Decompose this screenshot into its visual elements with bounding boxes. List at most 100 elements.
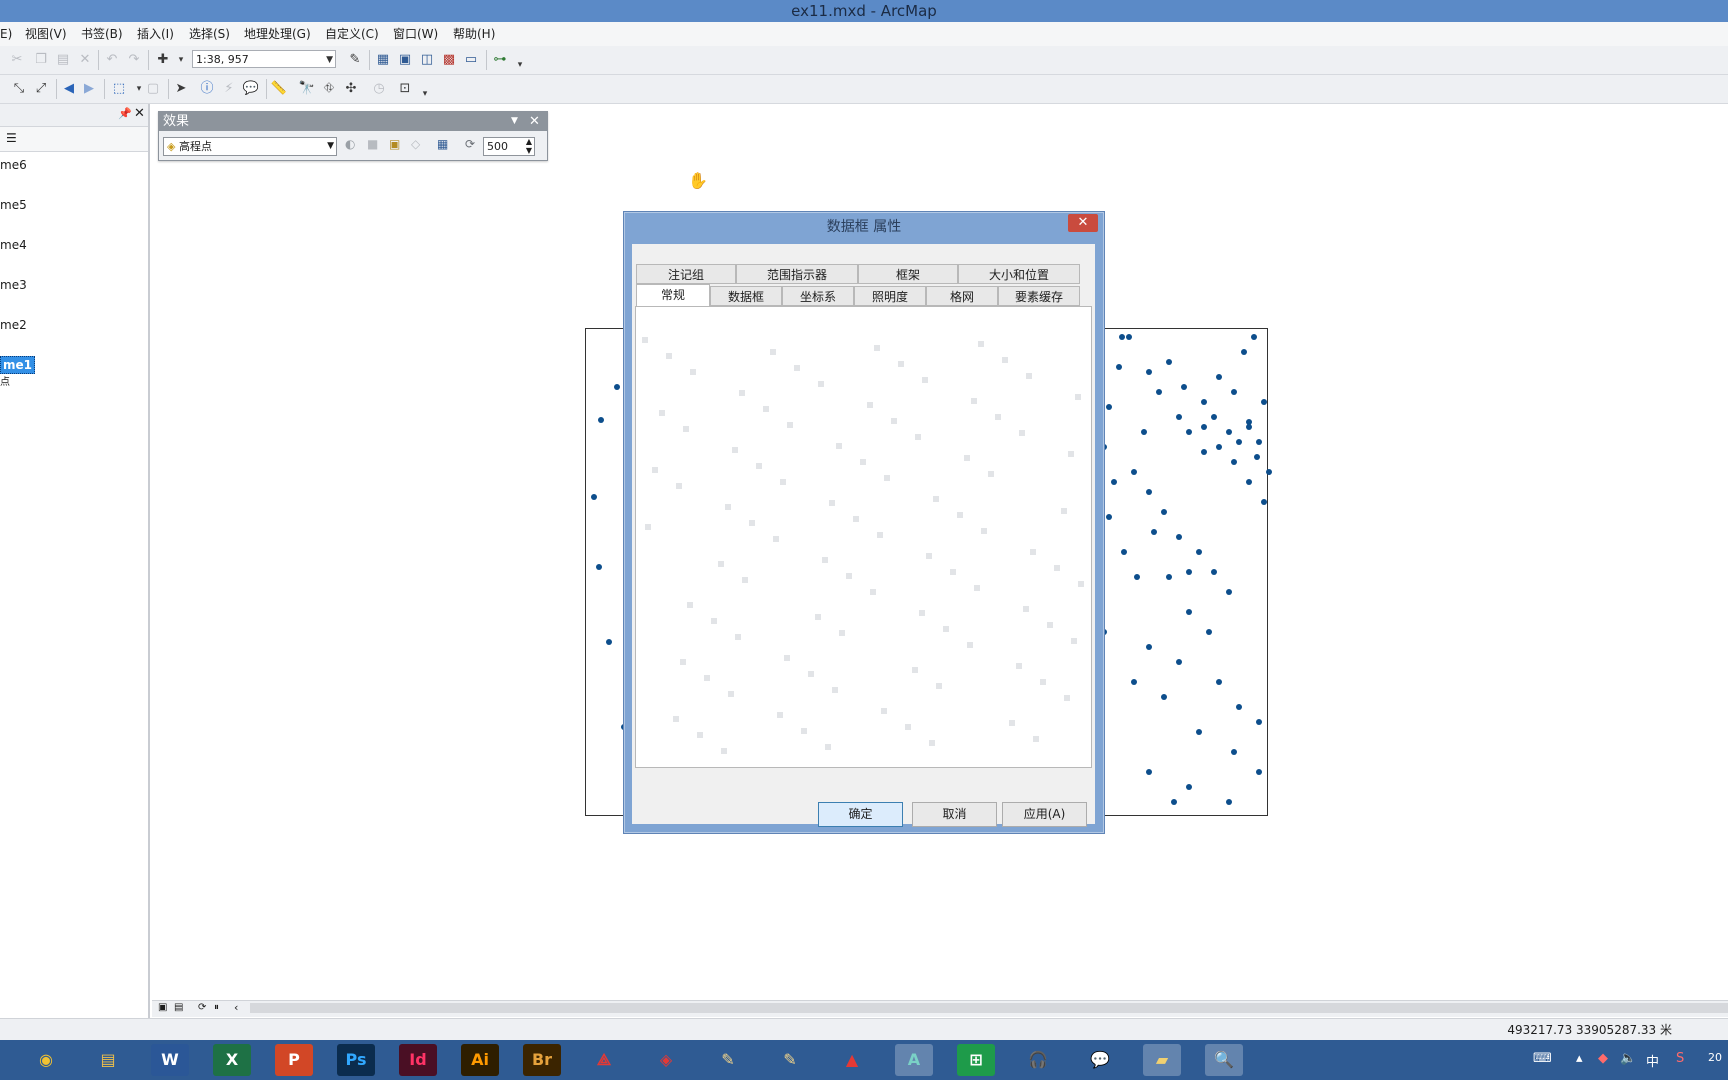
tab-annotation-groups[interactable]: 注记组 <box>636 264 736 284</box>
toc-item-frame4[interactable]: me4 <box>0 237 27 253</box>
hyperlink-icon[interactable]: ⚡ <box>220 80 238 98</box>
menu-file[interactable]: E) <box>0 25 12 43</box>
transparency-icon[interactable]: ▣ <box>389 137 400 151</box>
toc-item-frame6[interactable]: me6 <box>0 157 27 173</box>
sogou-icon[interactable]: S <box>1676 1051 1684 1066</box>
tray-expand-icon[interactable]: ▴ <box>1576 1051 1583 1066</box>
menu-customize[interactable]: 自定义(C) <box>325 25 379 43</box>
find-route-icon[interactable]: ⛗ <box>320 80 338 98</box>
data-view-icon[interactable]: ▣ <box>158 1002 167 1013</box>
clock[interactable]: 20 <box>1708 1051 1722 1064</box>
pen-tool-icon[interactable]: ✎ <box>709 1044 747 1076</box>
layout-view-icon[interactable]: ▤ <box>174 1002 183 1013</box>
cad-viewer-icon[interactable]: ◈ <box>647 1044 685 1076</box>
search-window-icon[interactable]: ◫ <box>418 51 436 69</box>
keyboard-icon[interactable]: ⌨ <box>1533 1051 1552 1066</box>
select-elements-icon[interactable]: ➤ <box>172 80 190 98</box>
powerpoint-icon[interactable]: P <box>275 1044 313 1076</box>
search-app-icon[interactable]: 🔍 <box>1205 1044 1243 1076</box>
input-method[interactable]: 中 <box>1646 1051 1659 1070</box>
chevron-down-icon[interactable]: ▼ <box>326 51 333 69</box>
add-data-icon[interactable]: ✚ <box>154 51 172 69</box>
clear-selection-icon[interactable]: ▢ <box>144 80 162 98</box>
antivirus-icon[interactable]: ◆ <box>1598 1051 1608 1066</box>
go-to-xy-icon[interactable]: ✣ <box>342 80 360 98</box>
photoshop-icon[interactable]: Ps <box>337 1044 375 1076</box>
fixed-zoom-in-icon[interactable]: ⤡ <box>10 80 28 98</box>
html-popup-icon[interactable]: 💬 <box>242 80 260 98</box>
scroll-left-icon[interactable]: ‹ <box>234 1001 238 1014</box>
pause-icon[interactable]: ⏸ <box>214 1002 219 1013</box>
undo-icon[interactable]: ↶ <box>103 51 121 69</box>
fixed-zoom-out-icon[interactable]: ⤢ <box>32 80 50 98</box>
ok-button[interactable]: 确定 <box>818 802 903 827</box>
brightness-icon[interactable]: ■ <box>367 137 378 151</box>
spinner-icon[interactable]: ▲ ▼ <box>526 137 532 155</box>
catalog-icon[interactable]: ▣ <box>396 51 414 69</box>
tab-extent-indicators[interactable]: 范围指示器 <box>736 264 858 284</box>
toolbar2-options-icon[interactable]: ▾ <box>416 85 434 103</box>
select-features-icon[interactable]: ⬚ <box>110 80 128 98</box>
illustrator-icon[interactable]: Ai <box>461 1044 499 1076</box>
chrome-icon[interactable]: ◉ <box>27 1044 65 1076</box>
toc-item-frame2[interactable]: me2 <box>0 317 27 333</box>
volume-icon[interactable]: 🔈 <box>1620 1051 1636 1066</box>
python-window-icon[interactable]: ▭ <box>462 51 480 69</box>
identify-icon[interactable]: ⓘ <box>198 80 216 98</box>
pin-icon[interactable]: 📌 <box>118 107 132 120</box>
copy-icon[interactable]: ❐ <box>32 51 50 69</box>
toc-item-frame3[interactable]: me3 <box>0 277 27 293</box>
paste-icon[interactable]: ▤ <box>54 51 72 69</box>
menu-geoprocessing[interactable]: 地理处理(G) <box>244 25 311 43</box>
green-app-icon[interactable]: ⊞ <box>957 1044 995 1076</box>
menu-bookmarks[interactable]: 书签(B) <box>81 25 123 43</box>
find-icon[interactable]: 🔭 <box>298 80 316 98</box>
arcgis-icon[interactable]: A <box>895 1044 933 1076</box>
flicker-rate-input[interactable]: 500 ▲ ▼ <box>483 137 535 156</box>
acrobat-icon[interactable]: ⟁ <box>585 1044 623 1076</box>
menu-selection[interactable]: 选择(S) <box>189 25 230 43</box>
folder-icon[interactable]: ▰ <box>1143 1044 1181 1076</box>
measure-icon[interactable]: 📏 <box>270 80 288 98</box>
model-builder-icon[interactable]: ⊶ <box>491 51 509 69</box>
menu-windows[interactable]: 窗口(W) <box>393 25 438 43</box>
refresh-icon[interactable]: ⟳ <box>198 1002 206 1013</box>
word-icon[interactable]: W <box>151 1044 189 1076</box>
contrast-icon[interactable]: ◐ <box>345 137 355 151</box>
chevron-down-icon[interactable]: ▼ <box>511 112 518 131</box>
wechat-icon[interactable]: 💬 <box>1081 1044 1119 1076</box>
tab-data-frame[interactable]: 数据框 <box>710 286 782 306</box>
toc-item-frame5[interactable]: me5 <box>0 197 27 213</box>
bridge-icon[interactable]: Br <box>523 1044 561 1076</box>
add-data-dropdown-icon[interactable]: ▾ <box>172 51 190 69</box>
indesign-icon[interactable]: Id <box>399 1044 437 1076</box>
time-slider-icon[interactable]: ◷ <box>370 80 388 98</box>
close-icon[interactable]: ✕ <box>134 106 145 121</box>
toc-item-frame1[interactable]: me1 <box>0 356 35 374</box>
close-icon[interactable]: ✕ <box>529 112 540 131</box>
menu-help[interactable]: 帮助(H) <box>453 25 495 43</box>
redo-icon[interactable]: ↷ <box>125 51 143 69</box>
horizontal-scrollbar[interactable] <box>250 1003 1728 1013</box>
toolbar-options-icon[interactable]: ▾ <box>511 56 529 74</box>
menu-insert[interactable]: 插入(I) <box>137 25 174 43</box>
editor-icon[interactable]: ✎ <box>346 51 364 69</box>
map-scale-input[interactable]: 1:38, 957 ▼ <box>192 50 336 68</box>
tab-size-position[interactable]: 大小和位置 <box>958 264 1080 284</box>
forward-icon[interactable]: ▶ <box>80 80 98 98</box>
list-by-drawing-order-icon[interactable]: ☰ <box>6 131 17 145</box>
toc-window-icon[interactable]: ▦ <box>374 51 392 69</box>
headphones-icon[interactable]: 🎧 <box>1019 1044 1057 1076</box>
effects-layer-select[interactable]: ◈ 高程点 ▼ <box>163 137 337 156</box>
effects-title-bar[interactable]: 效果 ▼ ✕ <box>159 112 547 131</box>
create-viewer-icon[interactable]: ⊡ <box>396 80 414 98</box>
chevron-down-icon[interactable]: ▼ <box>327 138 334 155</box>
tab-coordinate-system[interactable]: 坐标系 <box>782 286 854 306</box>
cancel-button[interactable]: 取消 <box>912 802 997 827</box>
tab-grids[interactable]: 格网 <box>926 286 998 306</box>
tab-frame[interactable]: 框架 <box>858 264 958 284</box>
arctoolbox-icon[interactable]: ▩ <box>440 51 458 69</box>
flicker-icon[interactable]: ▦ <box>437 137 448 151</box>
dialog-close-button[interactable]: ✕ <box>1068 214 1098 232</box>
swipe-icon[interactable]: ◇ <box>411 137 420 151</box>
